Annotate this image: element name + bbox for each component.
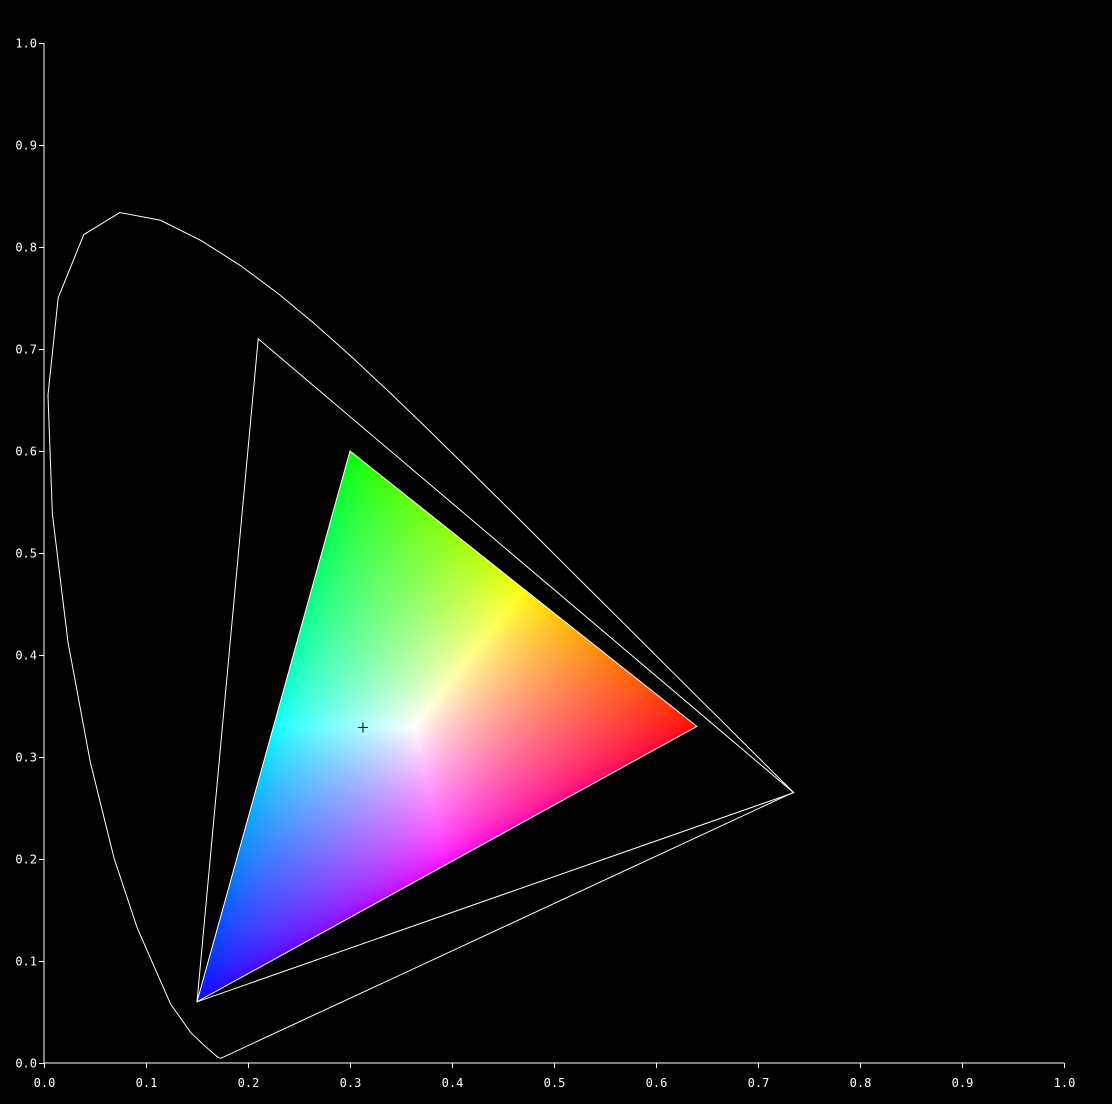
y-tick-label: 0.5 [15, 547, 37, 561]
axes: 0.0 0.1 0.2 0.3 0.4 0.5 0.6 0.7 0.8 0.9 1.0 0.0 0.1 0… [15, 37, 1075, 1091]
x-tick-label: 0.9 [952, 1076, 974, 1090]
y-tick-label: 0.4 [15, 649, 37, 663]
x-tick-label: 0.4 [442, 1076, 464, 1090]
x-tick-label: 1.0 [1054, 1076, 1076, 1090]
y-tick-label: 0.3 [15, 751, 37, 765]
y-tick-label: 0.7 [15, 343, 37, 357]
x-tick-label: 0.7 [748, 1076, 770, 1090]
y-tick-label: 0.0 [15, 1057, 37, 1071]
x-tick-label: 0.3 [340, 1076, 362, 1090]
y-tick-label: 0.8 [15, 241, 37, 255]
x-tick-label: 0.1 [136, 1076, 158, 1090]
y-tick-label: 1.0 [15, 37, 37, 51]
y-tick-label: 0.2 [15, 853, 37, 867]
x-tick-label: 0.2 [238, 1076, 260, 1090]
chromaticity-diagram: 0.0 0.1 0.2 0.3 0.4 0.5 0.6 0.7 0.8 0.9 1.0 0.0 0.1 0… [15, 37, 1075, 1091]
srgb-gamut-fill [197, 451, 697, 1002]
x-tick-label: 0.5 [544, 1076, 566, 1090]
y-tick-label: 0.1 [15, 955, 37, 969]
x-tick-label: 0.8 [850, 1076, 872, 1090]
y-tick-label: 0.6 [15, 445, 37, 459]
y-tick-label: 0.9 [15, 139, 37, 153]
x-tick-label: 0.6 [646, 1076, 668, 1090]
x-tick-label: 0.0 [34, 1076, 56, 1090]
srgb-gradient-image [197, 451, 697, 1002]
